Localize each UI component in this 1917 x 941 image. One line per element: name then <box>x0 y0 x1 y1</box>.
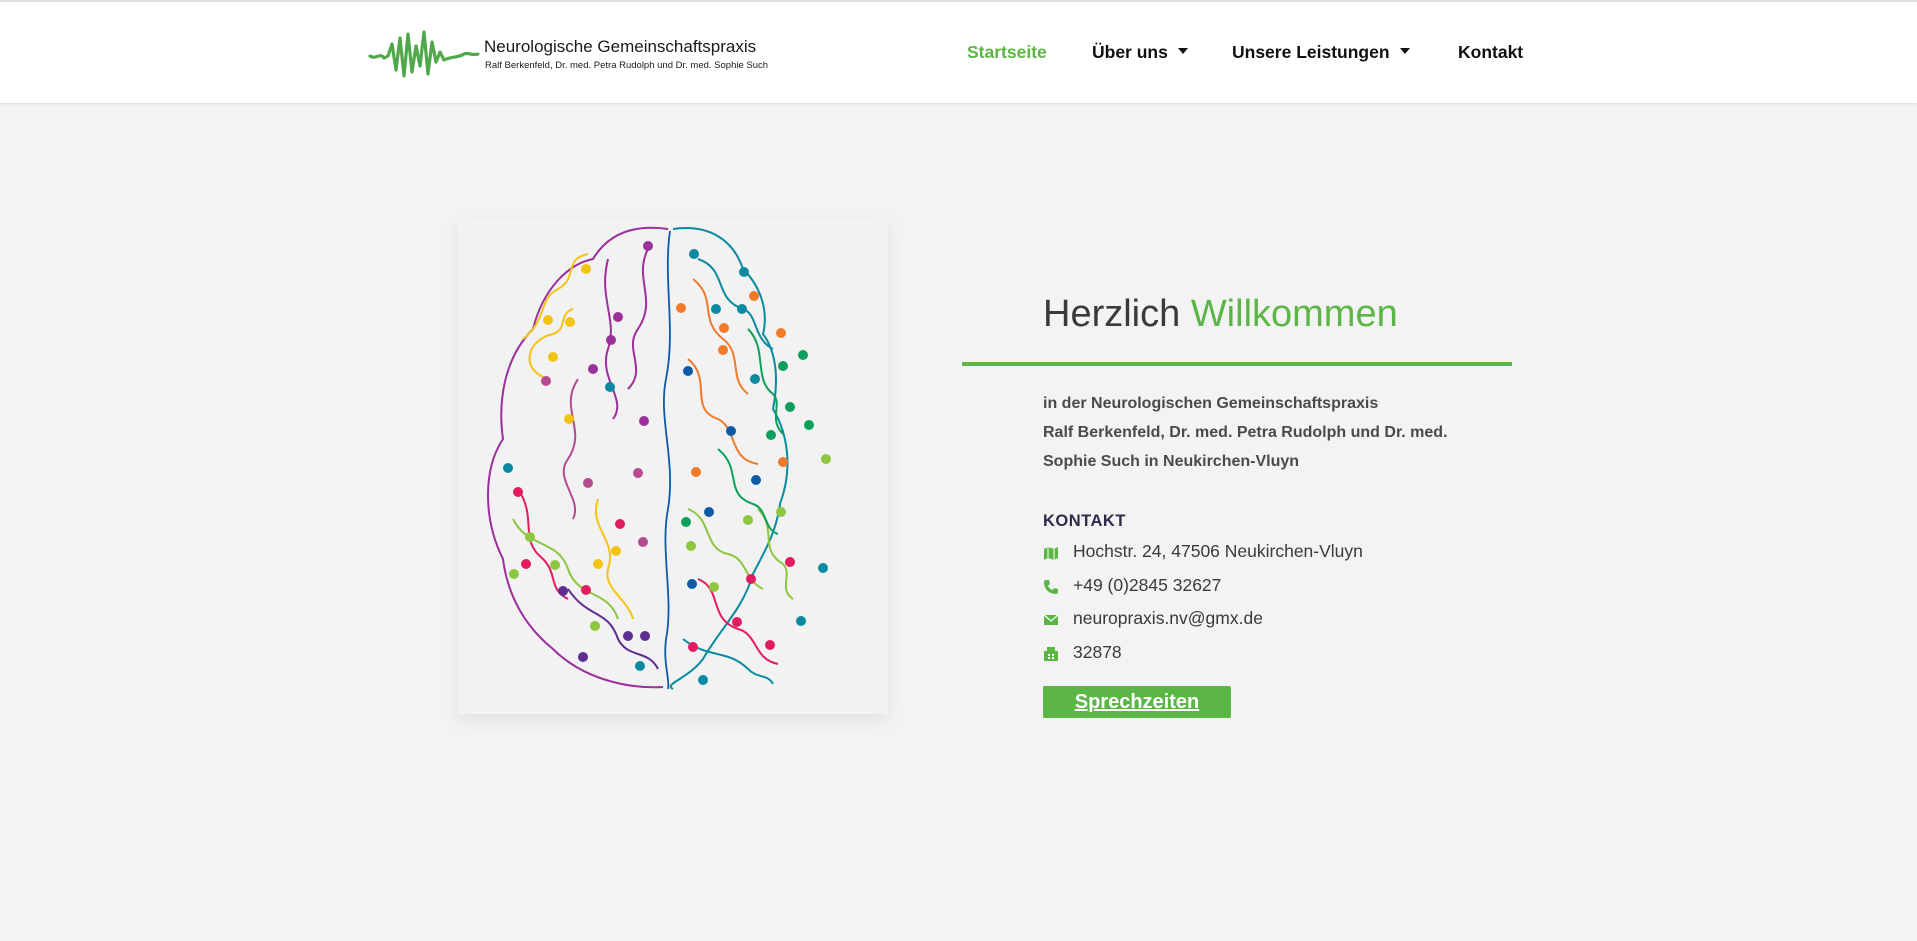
caret-down-icon <box>1177 48 1188 55</box>
nav-item-unsere-leistungen[interactable]: Unsere Leistungen <box>1232 42 1410 63</box>
contact-heading: KONTAKT <box>1043 512 1126 530</box>
brain-illustration <box>487 226 831 690</box>
title-divider <box>962 362 1512 366</box>
site-header: Neurologische Gemeinschaftspraxis Ralf B… <box>0 2 1917 103</box>
contact-address: Hochstr. 24, 47506 Neukirchen-Vluyn <box>1043 541 1543 565</box>
nav-label: Kontakt <box>1458 42 1524 62</box>
fax-text: 32878 <box>1073 642 1122 662</box>
logo-subtitle: Ralf Berkenfeld, Dr. med. Petra Rudolph … <box>485 60 769 71</box>
contact-phone[interactable]: +49 (0)2845 32627 <box>1043 575 1543 599</box>
nav-item-kontakt[interactable]: Kontakt <box>1458 42 1523 63</box>
intro-text: in der Neurologischen Gemeinschaftspraxi… <box>1043 389 1523 476</box>
site-logo[interactable]: Neurologische Gemeinschaftspraxis Ralf B… <box>368 26 768 86</box>
phone-text: +49 (0)2845 32627 <box>1073 575 1222 595</box>
intro-line: Ralf Berkenfeld, Dr. med. Petra Rudolph … <box>1043 424 1448 441</box>
intro-line: Sophie Such in Neukirchen-Vluyn <box>1043 453 1300 470</box>
fax-icon <box>1044 647 1058 661</box>
title-part1: Herzlich <box>1043 293 1181 335</box>
nav-label: Startseite <box>967 42 1047 62</box>
nav-label: Über uns <box>1092 42 1168 62</box>
contact-email[interactable]: neuropraxis.nv@gmx.de <box>1043 608 1543 632</box>
nav-label: Unsere Leistungen <box>1232 42 1390 62</box>
caret-down-icon <box>1399 48 1410 55</box>
title-part2: Willkommen <box>1190 293 1398 335</box>
ecg-wave-icon <box>368 30 480 78</box>
brain-image <box>458 219 888 714</box>
logo-title: Neurologische Gemeinschaftspraxis <box>484 37 757 56</box>
envelope-icon <box>1043 614 1059 625</box>
contact-fax: 32878 <box>1043 642 1543 666</box>
page-title: Herzlich Willkommen <box>1043 293 1398 336</box>
phone-icon <box>1044 580 1058 594</box>
nav-item-startseite[interactable]: Startseite <box>967 42 1047 63</box>
intro-line: in der Neurologischen Gemeinschaftspraxi… <box>1043 395 1379 412</box>
map-icon <box>1044 547 1058 560</box>
email-text: neuropraxis.nv@gmx.de <box>1073 608 1263 628</box>
sprechzeiten-button[interactable]: Sprechzeiten <box>1043 686 1231 718</box>
nav-item-ueber-uns[interactable]: Über uns <box>1092 42 1188 63</box>
address-text: Hochstr. 24, 47506 Neukirchen-Vluyn <box>1073 541 1363 561</box>
